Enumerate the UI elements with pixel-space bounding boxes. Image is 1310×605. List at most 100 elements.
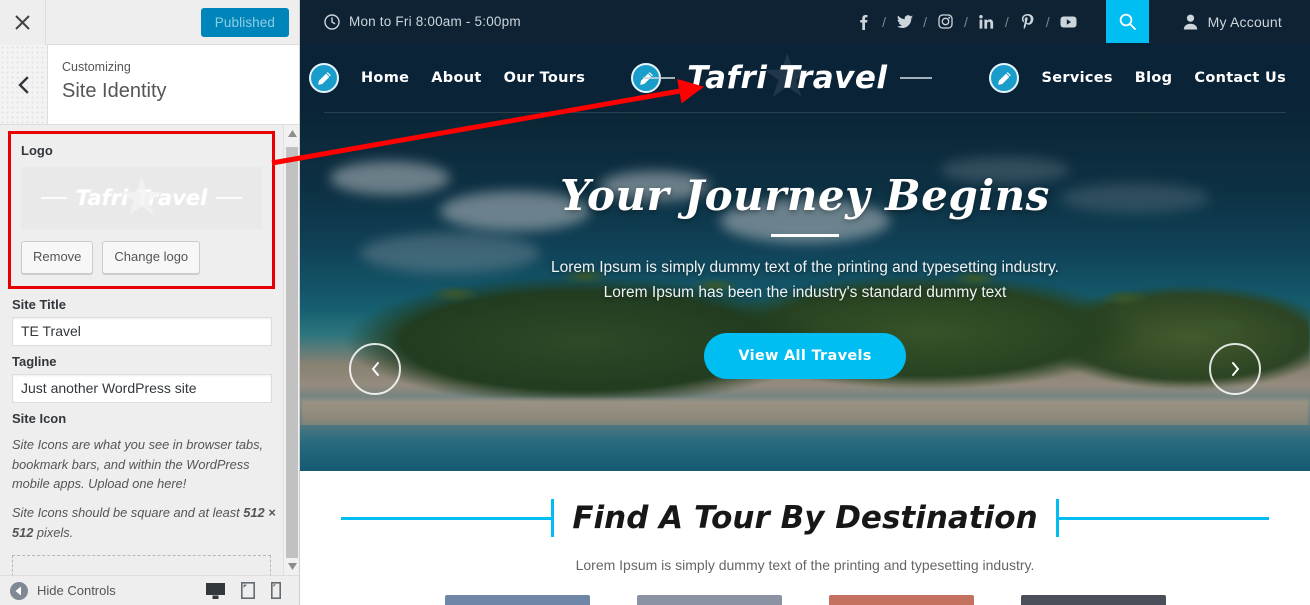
search-button[interactable]: [1105, 0, 1149, 43]
logo-label: Logo: [21, 143, 53, 158]
close-icon: [15, 14, 30, 30]
nav-right-group: Services Blog Contact Us: [989, 63, 1310, 93]
hero-slider: Your Journey Begins Lorem Ipsum is simpl…: [300, 113, 1310, 471]
nav-link-contact-us[interactable]: Contact Us: [1194, 70, 1286, 86]
mobile-preview-button[interactable]: [271, 582, 281, 599]
mobile-preview-icon: [271, 582, 281, 599]
customizer-sidebar: Published Customizing Site Identity Logo…: [0, 0, 300, 605]
nav-link-home[interactable]: Home: [361, 70, 409, 86]
nav-link-our-tours[interactable]: Our Tours: [504, 70, 586, 86]
change-logo-button[interactable]: Change logo: [102, 241, 201, 274]
site-icon-label: Site Icon: [12, 410, 67, 426]
site-icon-description-2: Site Icons should be square and at least…: [12, 503, 276, 543]
heading-line-right: [1058, 516, 1269, 520]
site-icon-dropzone[interactable]: [12, 554, 271, 575]
back-button[interactable]: [0, 45, 48, 124]
youtube-icon: [1060, 16, 1077, 27]
social-separator: /: [923, 13, 927, 30]
customizer-topbar: Published: [0, 0, 299, 45]
site-icon-control: Site Icon Site Icons are what you see in…: [0, 403, 283, 543]
sidebar-scrollbar[interactable]: [283, 125, 299, 575]
youtube-link[interactable]: [1057, 16, 1080, 28]
site-title-input[interactable]: [12, 316, 272, 346]
social-links: / / / / /: [852, 13, 1080, 30]
tagline-input[interactable]: [12, 373, 272, 403]
site-preview: Mon to Fri 8:00am - 5:00pm / / / / / My …: [300, 0, 1310, 605]
find-tour-subtitle: Lorem Ipsum is simply dummy text of the …: [575, 557, 1035, 573]
clock-icon: [324, 13, 340, 30]
panel-titles: Customizing Site Identity: [48, 45, 167, 124]
instagram-link[interactable]: [934, 14, 957, 29]
view-all-travels-button[interactable]: View All Travels: [704, 333, 906, 380]
facebook-link[interactable]: [852, 14, 875, 30]
nav-link-about[interactable]: About: [431, 70, 481, 86]
hero-subtitle: Lorem Ipsum is simply dummy text of the …: [551, 259, 1059, 302]
hide-controls-label: Hide Controls: [37, 583, 116, 598]
pinterest-icon: [1021, 13, 1034, 29]
linkedin-link[interactable]: [975, 14, 998, 29]
brand-dash-left: [643, 77, 676, 79]
destination-card[interactable]: [1020, 595, 1166, 605]
linkedin-icon: [979, 14, 993, 29]
my-account-link[interactable]: My Account: [1149, 14, 1310, 30]
destination-card[interactable]: [828, 595, 974, 605]
hero-content: Your Journey Begins Lorem Ipsum is simpl…: [300, 113, 1310, 471]
desktop-preview-icon: [206, 582, 225, 599]
social-separator: /: [1045, 13, 1050, 30]
scroll-down-button[interactable]: [284, 558, 299, 575]
social-separator: /: [963, 13, 968, 30]
pencil-edit-icon: [998, 71, 1011, 85]
desktop-preview-button[interactable]: [206, 582, 225, 599]
panel-header: Customizing Site Identity: [0, 45, 299, 125]
customizer-footer: Hide Controls: [0, 575, 299, 605]
site-topbar: Mon to Fri 8:00am - 5:00pm / / / / / My …: [300, 0, 1310, 43]
nav-link-blog[interactable]: Blog: [1135, 70, 1173, 86]
social-separator: /: [882, 13, 887, 30]
caret-up-icon: [287, 130, 297, 137]
hero-divider: [771, 234, 839, 237]
user-icon: [1183, 14, 1197, 29]
hero-next-button[interactable]: [1209, 343, 1261, 395]
chevron-left-icon: [371, 362, 379, 376]
panel-body: Logo ★ Tafri Travel Remove Change logo S…: [0, 125, 299, 575]
remove-logo-button[interactable]: Remove: [21, 241, 94, 274]
search-icon: [1119, 13, 1136, 30]
logo-dash-right: [216, 197, 243, 199]
destination-card[interactable]: [636, 595, 782, 605]
heading-line-left: [341, 516, 552, 520]
site-title-control: Site Title: [0, 289, 283, 346]
controls-scroll-area: Logo ★ Tafri Travel Remove Change logo S…: [0, 125, 283, 575]
find-tour-title: Find A Tour By Destination: [572, 500, 1038, 536]
twitter-icon: [896, 14, 913, 28]
nav-link-services[interactable]: Services: [1041, 70, 1112, 86]
site-brand: ★ Tafri Travel: [585, 43, 989, 110]
close-customizer-button[interactable]: [0, 0, 46, 45]
logo-dash-left: [40, 197, 67, 199]
edit-menu-shortcut-left[interactable]: [309, 63, 339, 93]
business-hours: Mon to Fri 8:00am - 5:00pm: [300, 13, 521, 30]
social-separator: /: [1004, 13, 1009, 30]
pinterest-link[interactable]: [1016, 13, 1039, 30]
nav-links-left: Home About Our Tours: [361, 70, 585, 86]
twitter-link[interactable]: [893, 14, 916, 29]
edit-menu-shortcut-right[interactable]: [989, 63, 1020, 93]
site-navigation: Home About Our Tours ★ Tafri Travel Serv…: [300, 43, 1310, 113]
hide-controls-button[interactable]: Hide Controls: [10, 581, 116, 600]
scrollbar-thumb[interactable]: [286, 147, 298, 565]
site-icon-description-1: Site Icons are what you see in browser t…: [12, 436, 264, 492]
logo-preview[interactable]: ★ Tafri Travel: [21, 167, 262, 229]
nav-left-group: Home About Our Tours: [300, 63, 585, 93]
logo-preview-text: Tafri Travel: [75, 186, 208, 210]
instagram-icon: [938, 14, 953, 29]
brand-name: Tafri Travel: [687, 60, 888, 96]
tablet-preview-button[interactable]: [241, 582, 255, 599]
publish-button[interactable]: Published: [200, 7, 289, 37]
my-account-label: My Account: [1207, 13, 1282, 30]
hero-prev-button[interactable]: [349, 343, 401, 395]
destination-card[interactable]: [444, 595, 590, 605]
scroll-up-button[interactable]: [284, 125, 299, 142]
tablet-preview-icon: [241, 582, 255, 599]
caret-down-icon: [287, 563, 297, 570]
chevron-right-icon: [1231, 362, 1239, 376]
business-hours-text: Mon to Fri 8:00am - 5:00pm: [349, 14, 521, 29]
